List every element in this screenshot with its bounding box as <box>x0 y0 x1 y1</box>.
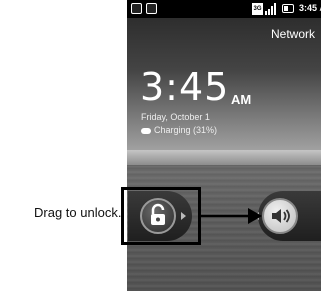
callout-arrow-icon <box>200 208 262 224</box>
battery-icon <box>282 4 294 13</box>
signal-strength-icon <box>265 3 277 15</box>
charging-icon <box>141 127 151 134</box>
carrier-name: Network <box>270 27 315 41</box>
drag-to-unlock-caption: Drag to unlock. <box>34 205 122 220</box>
callout-box <box>121 187 201 245</box>
phone-screen: 3G 3:45 AM Network 3:45 AM Friday, Octob… <box>127 0 321 291</box>
status-time: 3:45 AM <box>299 3 321 13</box>
clock-time: 3:45 <box>140 65 230 109</box>
network-type-icon: 3G <box>252 3 263 15</box>
sound-toggle-button[interactable] <box>262 198 298 234</box>
charging-status: Charging (31%) <box>141 125 217 135</box>
lock-date: Friday, October 1 <box>141 112 210 122</box>
wallpaper-horizon <box>127 150 321 166</box>
speaker-icon <box>272 209 290 223</box>
clock-ampm: AM <box>231 92 252 107</box>
status-bar: 3G 3:45 AM <box>127 0 321 18</box>
usb-icon <box>131 3 142 14</box>
status-time-value: 3:45 <box>299 3 318 13</box>
sd-card-icon <box>146 3 157 14</box>
charging-text: Charging (31%) <box>154 125 218 135</box>
